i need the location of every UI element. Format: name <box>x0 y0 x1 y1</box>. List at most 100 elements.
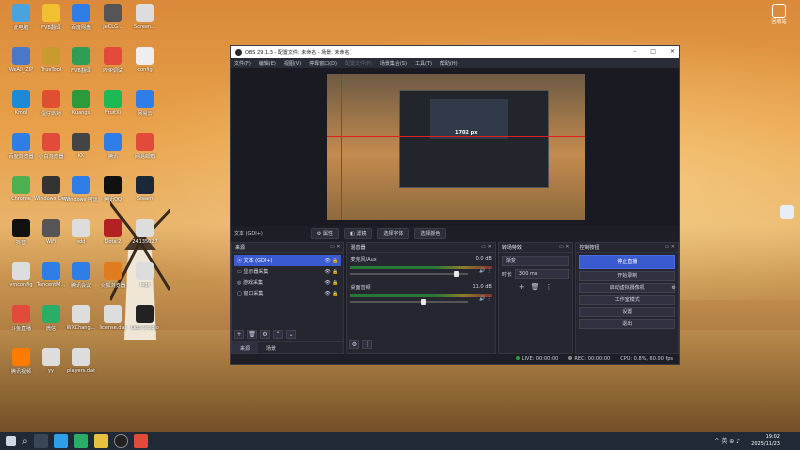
desktop-icon[interactable]: Windows Defender <box>34 176 68 216</box>
desktop-icon[interactable]: KK <box>64 133 98 173</box>
volume-slider[interactable] <box>350 271 469 277</box>
menu-view[interactable]: 视图(V) <box>284 60 301 67</box>
program-preview[interactable]: 1702 px <box>327 74 585 220</box>
start-virtual-camera-button[interactable]: 启动虚拟摄像机 ⚙ <box>579 283 676 293</box>
exit-button[interactable]: 退出 <box>579 319 675 329</box>
properties-button[interactable]: ⚙ 属性 <box>310 227 339 239</box>
start-recording-button[interactable]: 开始录制 <box>579 271 675 281</box>
desktop-icon[interactable]: logs <box>128 262 162 302</box>
desktop-icon[interactable]: license.dat <box>96 305 130 345</box>
app-red-taskbar-icon[interactable] <box>133 434 148 448</box>
desktop-icon[interactable]: Kuangs <box>64 90 98 130</box>
duration-input[interactable]: 300 ms <box>514 269 570 279</box>
settings-button[interactable]: 设置 <box>579 307 675 317</box>
desktop-icon[interactable]: PHP调试 <box>96 47 130 87</box>
desktop-icon[interactable]: FruitXi <box>96 90 130 130</box>
menu-edit[interactable]: 编辑(E) <box>259 60 276 67</box>
desktop-icon[interactable]: 24135027 <box>128 219 162 259</box>
visibility-lock-icons[interactable]: 👁 🔒 <box>324 280 338 286</box>
source-settings-button[interactable]: ⚙ <box>260 330 270 339</box>
desktop-icon[interactable]: 腾讯会议 <box>64 262 98 302</box>
desktop-icon[interactable]: 网易云 <box>128 90 162 130</box>
tab-scenes[interactable]: 场景 <box>258 342 284 353</box>
select-color-button[interactable]: 选择颜色 <box>414 227 447 239</box>
desktop-icon[interactable]: 微信 <box>34 305 68 345</box>
dock-undock-icon[interactable]: ▭ ✕ <box>559 244 570 250</box>
desktop-icon[interactable]: config <box>128 47 162 87</box>
move-up-button[interactable]: ⌃ <box>273 330 283 339</box>
desktop-icon[interactable]: 百度浏览器 <box>4 133 38 173</box>
transition-select[interactable]: 渐变 <box>501 256 570 266</box>
volume-slider-knob[interactable] <box>420 299 426 305</box>
desktop-icon[interactable]: TencentM... <box>34 262 68 302</box>
source-item-text-gdi[interactable]: ⓐ 文本 (GDI+) 👁 🔒 <box>234 255 342 266</box>
source-item-window-capture[interactable]: ▢ 窗口采集 👁 🔒 <box>234 288 341 299</box>
edge-taskbar-icon[interactable] <box>53 434 68 448</box>
volume-slider-knob[interactable] <box>454 271 460 277</box>
obs-taskbar-icon[interactable] <box>113 434 128 448</box>
mixer-menu-button[interactable]: ⋮ <box>362 340 373 349</box>
desktop-icon[interactable]: 火狐浏览器 <box>96 262 130 302</box>
desktop-icon[interactable]: yy <box>34 348 68 388</box>
file-explorer-taskbar-icon[interactable] <box>93 434 108 448</box>
desktop-icon[interactable]: TrueTool <box>34 47 68 87</box>
desktop-icon[interactable]: players.dat <box>64 348 98 388</box>
desktop-icon[interactable]: 百度网盘 <box>64 4 98 44</box>
system-tray-icons[interactable]: ^ 英 ⊕ ♪ <box>714 436 740 445</box>
task-view-icon[interactable] <box>33 434 48 448</box>
desktop-icon[interactable]: Steam <box>128 176 162 216</box>
dock-undock-icon[interactable]: ▭ ✕ <box>481 244 492 250</box>
desktop-icon[interactable]: 小白浏览器 <box>34 133 68 173</box>
desktop-icon[interactable]: Windows 可运行 <box>64 176 98 216</box>
select-font-button[interactable]: 选择字体 <box>377 227 410 239</box>
desktop-icon[interactable]: 抖音 <box>4 219 38 259</box>
desktop-icon[interactable]: FVB翻译 <box>64 47 98 87</box>
desktop-icon[interactable]: 腾讯 <box>96 133 130 173</box>
desktop-icon[interactable]: Kmol <box>4 90 38 130</box>
desktop-icon[interactable]: 网易邮箱 <box>128 133 162 173</box>
search-icon[interactable]: ⌕ <box>22 436 28 447</box>
speaker-menu-icons[interactable]: 🔊 ⋮ <box>479 268 492 274</box>
menu-scene-collection[interactable]: 场景集合(S) <box>380 60 407 67</box>
visibility-lock-icons[interactable]: 👁 🔒 <box>324 258 338 264</box>
filters-button[interactable]: ◧ 滤镜 <box>343 227 373 239</box>
menu-docks[interactable]: 停靠窗口(D) <box>309 60 337 67</box>
maximize-icon[interactable]: □ <box>650 48 656 55</box>
dock-undock-icon[interactable]: ▭ ✕ <box>330 244 341 250</box>
desktop-icon[interactable]: JeCLG... <box>96 4 130 44</box>
volume-slider[interactable] <box>350 299 469 305</box>
desktop-icon[interactable]: 斗鱼直播 <box>4 305 38 345</box>
desktop-icon[interactable]: OBS Studio <box>128 305 162 345</box>
app-green-taskbar-icon[interactable] <box>73 434 88 448</box>
desktop-icon[interactable]: Dota 2 <box>96 219 130 259</box>
close-icon[interactable]: ✕ <box>670 48 675 55</box>
remove-source-button[interactable]: 🗑 <box>247 330 257 339</box>
menu-help[interactable]: 帮助(H) <box>440 60 458 67</box>
visibility-lock-icons[interactable]: 👁 🔒 <box>324 269 338 275</box>
visibility-lock-icons[interactable]: 👁 🔒 <box>324 291 338 297</box>
minimize-icon[interactable]: – <box>633 48 636 55</box>
stop-streaming-button[interactable]: 停止直播 <box>579 255 675 269</box>
add-transition-icon[interactable]: + <box>519 283 525 291</box>
source-item-display-capture[interactable]: ▭ 显示器采集 👁 🔒 <box>234 266 341 277</box>
speaker-menu-icons[interactable]: 🔊 ⋮ <box>479 296 492 302</box>
desktop-icon[interactable]: 腾讯视频 <box>4 348 38 388</box>
mixer-settings-button[interactable]: ⚙ <box>349 340 360 349</box>
studio-mode-button[interactable]: 工作室模式 <box>579 295 675 305</box>
menu-profile[interactable]: 配置文件(P) <box>345 60 372 67</box>
desktop-icon[interactable]: WXChang... <box>64 305 98 345</box>
desktop-icon[interactable]: vmconfig <box>4 262 38 302</box>
transition-menu-icon[interactable]: ⋮ <box>546 283 553 291</box>
dock-undock-icon[interactable]: ▭ ✕ <box>664 244 675 250</box>
remove-transition-icon[interactable]: 🗑 <box>531 283 540 291</box>
tab-sources[interactable]: 来源 <box>232 342 259 353</box>
desktop-icon[interactable]: FVB翻译 <box>34 4 68 44</box>
desktop-icon[interactable]: WiFi <box>34 219 68 259</box>
desktop-icon[interactable]: 蛋仔派对 <box>34 90 68 130</box>
desktop-icon[interactable]: 此电脑 <box>4 4 38 44</box>
menu-tools[interactable]: 工具(T) <box>415 60 432 67</box>
menu-file[interactable]: 文件(F) <box>234 60 251 67</box>
desktop-icon[interactable]: WeAll_ZIP <box>4 47 38 87</box>
desktop-icon[interactable]: sdd <box>64 219 98 259</box>
recycle-bin[interactable]: 回收站 <box>764 4 794 25</box>
